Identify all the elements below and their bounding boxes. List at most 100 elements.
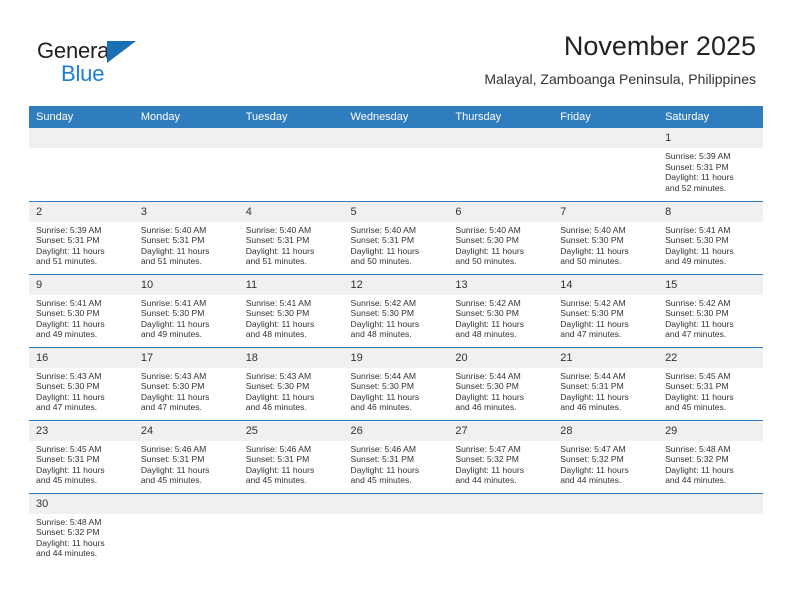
calendar-day-cell[interactable]: 11 Sunrise: 5:41 AM Sunset: 5:30 PM Dayligh… (238, 273, 344, 347)
day-sunrise-line: Sunrise: 5:44 AM (560, 370, 626, 381)
general-blue-logo[interactable]: General Blue (37, 38, 167, 90)
calendar-day-cell[interactable]: 1 Sunrise: 5:39 AM Sunset: 5:31 PM Daylight… (658, 128, 763, 201)
day-number: 7 (553, 201, 659, 222)
day-sunset-line: Sunset: 5:31 PM (350, 235, 415, 246)
calendar-day-cell[interactable]: 16 Sunrise: 5:43 AM Sunset: 5:30 PM Dayligh… (29, 346, 134, 420)
day-daylight-line: Daylight: 11 hours (140, 245, 210, 256)
day-details: Sunrise: 5:44 AM Sunset: 5:31 PM Daylight:… (553, 368, 658, 413)
day-sunset-line: Sunset: 5:31 PM (140, 235, 205, 246)
calendar-day-cell[interactable]: 18 Sunrise: 5:43 AM Sunset: 5:30 PM Dayligh… (238, 346, 344, 420)
day-sunrise-line: Sunrise: 5:41 AM (140, 297, 207, 308)
day-daylight-line: and 48 minutes. (350, 329, 412, 340)
calendar-day-cell[interactable]: 21 Sunrise: 5:44 AM Sunset: 5:31 PM Dayligh… (553, 346, 659, 420)
calendar-day-cell[interactable]: 3 Sunrise: 5:40 AM Sunset: 5:31 PM Daylight… (133, 200, 239, 274)
weekday-header-monday: Monday (133, 106, 239, 128)
day-daylight-line: and 47 minutes. (560, 329, 622, 340)
day-sunset-line: Sunset: 5:32 PM (665, 454, 729, 465)
day-number: 14 (553, 274, 659, 295)
day-details: Sunrise: 5:47 AM Sunset: 5:32 PM Daylight:… (448, 441, 553, 486)
day-sunrise-line: Sunrise: 5:39 AM (665, 151, 731, 161)
calendar-week-row: 30 Sunrise: 5:48 AM Sunset: 5:32 PM Dayligh… (29, 492, 763, 566)
day-number: 21 (553, 347, 659, 368)
calendar-day-cell[interactable]: 14 Sunrise: 5:42 AM Sunset: 5:30 PM Dayligh… (553, 273, 659, 347)
calendar-day-cell[interactable]: 9 Sunrise: 5:41 AM Sunset: 5:30 PM Daylight… (29, 273, 134, 347)
day-sunset-line: Sunset: 5:30 PM (350, 308, 415, 319)
calendar-day-cell[interactable]: 23 Sunrise: 5:45 AM Sunset: 5:31 PM Dayligh… (29, 419, 134, 493)
day-number: 29 (658, 420, 763, 441)
day-daylight-line: Daylight: 11 hours (245, 318, 315, 329)
day-details: Sunrise: 5:41 AM Sunset: 5:30 PM Daylight:… (29, 295, 134, 340)
day-sunrise-line: Sunrise: 5:43 AM (140, 370, 207, 381)
title-block: November 2025 Malayal, Zamboanga Peninsu… (484, 30, 756, 88)
day-details: Sunrise: 5:43 AM Sunset: 5:30 PM Daylight:… (29, 368, 134, 413)
day-daylight-line: Daylight: 11 hours (140, 464, 210, 475)
day-sunset-line: Sunset: 5:32 PM (560, 454, 624, 465)
day-details: Sunrise: 5:43 AM Sunset: 5:30 PM Daylight:… (134, 368, 239, 413)
day-daylight-line: and 48 minutes. (245, 329, 307, 340)
calendar-day-cell[interactable]: 6 Sunrise: 5:40 AM Sunset: 5:30 PM Daylight… (448, 200, 554, 274)
day-number (448, 128, 554, 148)
day-sunrise-line: Sunrise: 5:40 AM (455, 224, 521, 235)
calendar-week-row: 16 Sunrise: 5:43 AM Sunset: 5:30 PM Dayligh… (29, 346, 763, 420)
calendar-day-cell[interactable]: 5 Sunrise: 5:40 AM Sunset: 5:31 PM Daylight… (343, 200, 449, 274)
day-daylight-line: and 47 minutes. (665, 329, 727, 340)
day-sunset-line: Sunset: 5:32 PM (455, 454, 519, 465)
day-sunrise-line: Sunrise: 5:40 AM (560, 224, 626, 235)
day-sunrise-line: Sunrise: 5:41 AM (36, 297, 102, 308)
calendar-day-cell[interactable]: 22 Sunrise: 5:45 AM Sunset: 5:31 PM Dayligh… (658, 346, 763, 420)
day-sunrise-line: Sunrise: 5:42 AM (350, 297, 416, 308)
day-daylight-line: and 47 minutes. (140, 402, 202, 413)
day-number: 27 (448, 420, 554, 441)
day-number (343, 493, 449, 514)
calendar-day-cell-empty (553, 492, 659, 566)
day-sunset-line: Sunset: 5:30 PM (560, 308, 624, 319)
calendar-day-cell[interactable]: 20 Sunrise: 5:44 AM Sunset: 5:30 PM Dayligh… (448, 346, 554, 420)
calendar-week-row: 23 Sunrise: 5:45 AM Sunset: 5:31 PM Dayligh… (29, 419, 763, 493)
calendar-day-cell[interactable]: 8 Sunrise: 5:41 AM Sunset: 5:30 PM Daylight… (658, 200, 763, 274)
day-daylight-line: Daylight: 11 hours (455, 464, 525, 475)
day-daylight-line: and 44 minutes. (665, 475, 727, 486)
calendar-day-cell[interactable]: 25 Sunrise: 5:46 AM Sunset: 5:31 PM Dayligh… (238, 419, 344, 493)
day-sunrise-line: Sunrise: 5:44 AM (455, 370, 521, 381)
calendar-day-cell[interactable]: 19 Sunrise: 5:44 AM Sunset: 5:30 PM Dayligh… (343, 346, 449, 420)
calendar-day-cell[interactable]: 12 Sunrise: 5:42 AM Sunset: 5:30 PM Dayligh… (343, 273, 449, 347)
day-daylight-line: and 45 minutes. (36, 475, 98, 486)
page-title: November 2025 (563, 31, 756, 61)
calendar-day-cell[interactable]: 26 Sunrise: 5:46 AM Sunset: 5:31 PM Dayligh… (343, 419, 449, 493)
calendar-day-cell-empty (553, 128, 659, 201)
day-sunrise-line: Sunrise: 5:41 AM (665, 224, 731, 235)
day-details: Sunrise: 5:48 AM Sunset: 5:32 PM Daylight:… (29, 514, 134, 559)
calendar-day-cell[interactable]: 13 Sunrise: 5:42 AM Sunset: 5:30 PM Dayligh… (448, 273, 554, 347)
day-daylight-line: Daylight: 11 hours (560, 318, 629, 329)
day-daylight-line: and 50 minutes. (560, 256, 622, 267)
page-subtitle: Malayal, Zamboanga Peninsula, Philippine… (484, 71, 756, 87)
calendar-day-cell[interactable]: 2 Sunrise: 5:39 AM Sunset: 5:31 PM Daylight… (29, 200, 134, 274)
day-daylight-line: and 49 minutes. (665, 256, 727, 267)
day-daylight-line: and 44 minutes. (560, 475, 622, 486)
day-number (658, 493, 763, 514)
calendar-day-cell[interactable]: 28 Sunrise: 5:47 AM Sunset: 5:32 PM Dayligh… (553, 419, 659, 493)
day-daylight-line: Daylight: 11 hours (350, 391, 420, 402)
day-sunset-line: Sunset: 5:31 PM (140, 454, 205, 465)
calendar-day-cell[interactable]: 17 Sunrise: 5:43 AM Sunset: 5:30 PM Dayligh… (133, 346, 239, 420)
weekday-header-friday: Friday (553, 106, 659, 128)
day-details: Sunrise: 5:45 AM Sunset: 5:31 PM Daylight:… (658, 368, 763, 413)
day-sunset-line: Sunset: 5:31 PM (245, 454, 310, 465)
calendar-day-cell[interactable]: 29 Sunrise: 5:48 AM Sunset: 5:32 PM Dayligh… (658, 419, 763, 493)
day-number: 9 (29, 274, 134, 295)
day-sunset-line: Sunset: 5:30 PM (560, 235, 624, 246)
day-sunrise-line: Sunrise: 5:40 AM (245, 224, 312, 235)
calendar-day-cell[interactable]: 10 Sunrise: 5:41 AM Sunset: 5:30 PM Dayligh… (133, 273, 239, 347)
day-daylight-line: and 52 minutes. (665, 182, 727, 193)
day-daylight-line: Daylight: 11 hours (560, 464, 629, 475)
day-details: Sunrise: 5:46 AM Sunset: 5:31 PM Daylight:… (239, 441, 344, 486)
calendar-day-cell[interactable]: 27 Sunrise: 5:47 AM Sunset: 5:32 PM Dayligh… (448, 419, 554, 493)
weekday-header-saturday: Saturday (658, 106, 763, 128)
calendar-day-cell[interactable]: 4 Sunrise: 5:40 AM Sunset: 5:31 PM Daylight… (238, 200, 344, 274)
calendar-day-cell[interactable]: 7 Sunrise: 5:40 AM Sunset: 5:30 PM Daylight… (553, 200, 659, 274)
calendar-day-cell[interactable]: 24 Sunrise: 5:46 AM Sunset: 5:31 PM Dayligh… (133, 419, 239, 493)
calendar-day-cell[interactable]: 30 Sunrise: 5:48 AM Sunset: 5:32 PM Dayligh… (29, 492, 134, 566)
day-daylight-line: and 50 minutes. (350, 256, 412, 267)
day-daylight-line: Daylight: 11 hours (36, 537, 105, 548)
calendar-day-cell[interactable]: 15 Sunrise: 5:42 AM Sunset: 5:30 PM Dayligh… (658, 273, 763, 347)
